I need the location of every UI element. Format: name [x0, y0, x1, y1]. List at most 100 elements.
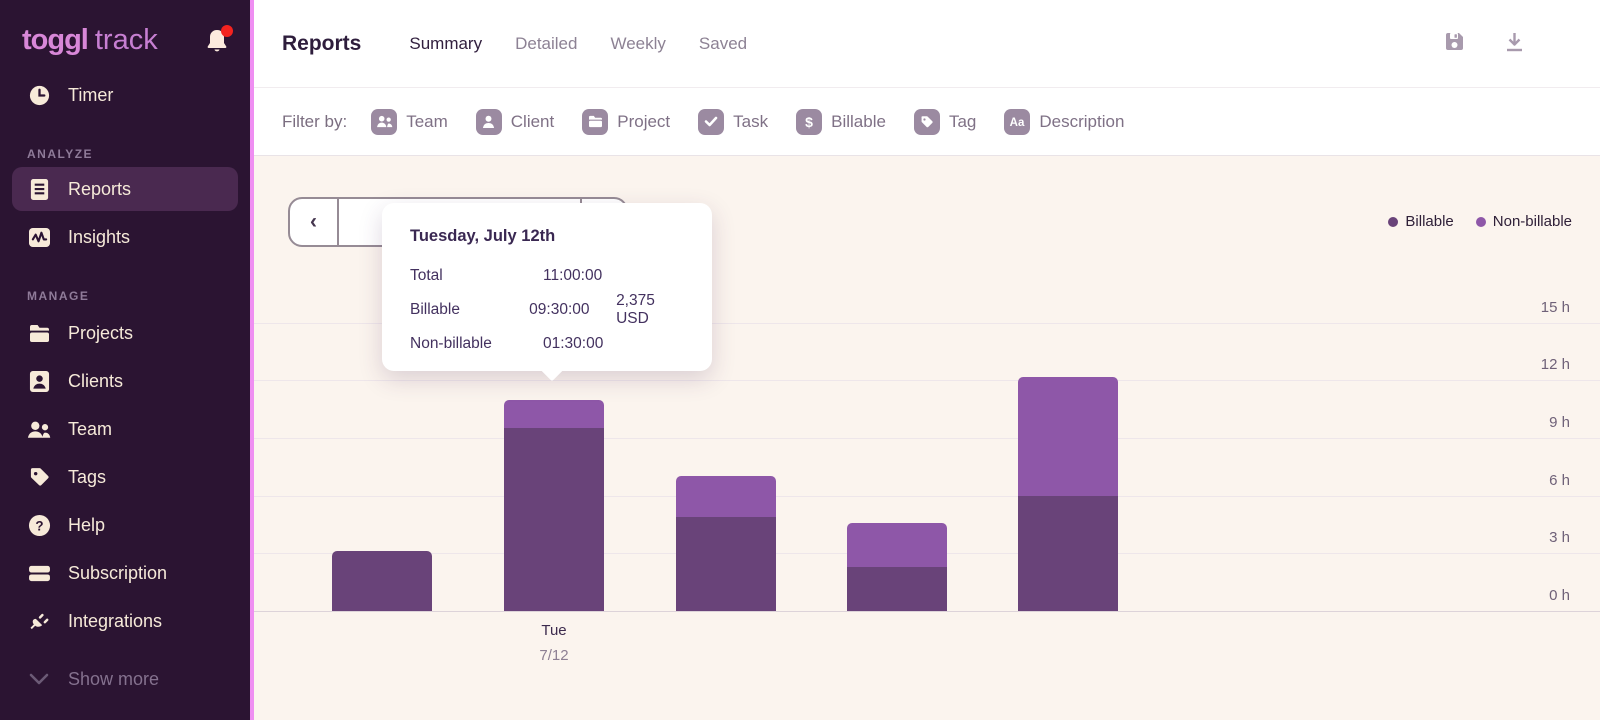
sidebar-item-label: Reports: [68, 179, 131, 200]
bar-segment-non-billable: [504, 400, 604, 429]
plug-icon: [27, 609, 51, 633]
y-tick-label: 6 h: [1549, 472, 1570, 489]
sidebar: toggl track Timer ANALYZE Reports Insights M…: [0, 0, 250, 720]
legend-label: Billable: [1405, 213, 1453, 230]
filter-project-button[interactable]: Project: [582, 109, 670, 135]
filter-description-button[interactable]: AaDescription: [1004, 109, 1124, 135]
sidebar-item-label: Integrations: [68, 611, 162, 632]
tab-detailed[interactable]: Detailed: [515, 34, 577, 54]
bar-segment-non-billable: [676, 476, 776, 516]
gridline: [254, 496, 1600, 497]
save-report-button[interactable]: [1443, 30, 1466, 58]
sidebar-item-subscription[interactable]: Subscription: [0, 549, 250, 597]
chart-bar-day-1[interactable]: [332, 551, 432, 611]
sidebar-item-label: Tags: [68, 467, 106, 488]
sidebar-item-projects[interactable]: Projects: [0, 309, 250, 357]
filter-client-button[interactable]: Client: [476, 109, 554, 135]
toggl-logo: toggl: [22, 24, 88, 57]
section-header-analyze: ANALYZE: [27, 147, 250, 161]
sidebar-item-label: Subscription: [68, 563, 167, 584]
bar-segment-billable: [676, 517, 776, 611]
tooltip-total-time: 11:00:00: [543, 267, 640, 285]
filter-label: Project: [617, 112, 670, 132]
filter-label: Task: [733, 112, 768, 132]
tooltip-nonbillable-time: 01:30:00: [543, 335, 640, 353]
logo-row: toggl track: [0, 0, 250, 57]
sidebar-item-insights[interactable]: Insights: [0, 213, 250, 261]
sidebar-item-integrations[interactable]: Integrations: [0, 597, 250, 645]
clock-icon: [27, 83, 51, 107]
card-icon: [27, 561, 51, 585]
notifications-bell-button[interactable]: [204, 27, 230, 55]
filter-tag-button[interactable]: Tag: [914, 109, 976, 135]
bar-segment-billable: [1018, 496, 1118, 611]
chart-bar-day-3[interactable]: [676, 476, 776, 611]
chart-legend: Billable Non-billable: [1388, 213, 1572, 230]
sidebar-item-label: Clients: [68, 371, 123, 392]
filter-billable-button[interactable]: $Billable: [796, 109, 886, 135]
chevron-left-icon: ‹: [310, 210, 317, 234]
show-more-label: Show more: [68, 669, 159, 690]
sidebar-item-reports[interactable]: Reports: [12, 167, 238, 211]
tooltip-billable-amount: 2,375 USD: [616, 292, 684, 328]
legend-billable[interactable]: Billable: [1388, 213, 1453, 230]
chart-bar-day-5[interactable]: [1018, 377, 1118, 611]
insights-icon: [27, 225, 51, 249]
bar-chart: BillableNon-billable ‹ Tuesday, July 12t…: [254, 156, 1600, 720]
client-icon: [476, 109, 502, 135]
sidebar-item-label: Team: [68, 419, 112, 440]
y-tick-label: 0 h: [1549, 587, 1570, 604]
sidebar-item-timer[interactable]: Timer: [0, 71, 250, 119]
sidebar-show-more[interactable]: Show more: [0, 655, 250, 703]
filter-label: Team: [406, 112, 448, 132]
export-download-button[interactable]: [1503, 30, 1526, 58]
filter-task-button[interactable]: Task: [698, 109, 768, 135]
sidebar-item-label: Projects: [68, 323, 133, 344]
bar-segment-non-billable: [847, 523, 947, 567]
chart-bar-tue-7-12[interactable]: [504, 400, 604, 611]
client-card-icon: [27, 369, 51, 393]
team-icon: [27, 417, 51, 441]
sidebar-item-tags[interactable]: Tags: [0, 453, 250, 501]
tab-weekly[interactable]: Weekly: [610, 34, 665, 54]
y-tick-label: 9 h: [1549, 414, 1570, 431]
tab-summary[interactable]: Summary: [409, 34, 482, 54]
download-icon: [1503, 30, 1526, 58]
sidebar-item-clients[interactable]: Clients: [0, 357, 250, 405]
tooltip-arrow: [541, 359, 564, 382]
tooltip-total-row: Total 11:00:00: [410, 259, 684, 293]
page-title: Reports: [282, 32, 361, 56]
filter-team-button[interactable]: Team: [371, 109, 448, 135]
sidebar-item-label: Insights: [68, 227, 130, 248]
task-icon: [698, 109, 724, 135]
x-axis-label: Tue7/12: [494, 618, 614, 668]
tooltip-total-label: Total: [410, 267, 543, 285]
toggl-logo-track: track: [95, 24, 158, 57]
filter-items: Team Client Project Task $Billable Tag AaDescr…: [371, 109, 1152, 135]
report-tabs: Summary Detailed Weekly Saved: [409, 34, 747, 54]
sidebar-item-label: Timer: [68, 85, 113, 106]
sidebar-item-help[interactable]: ?Help: [0, 501, 250, 549]
filter-bar: Filter by: TeamClientProjectTask$Billabl…: [254, 88, 1600, 156]
legend-dot-icon: [1388, 217, 1398, 227]
y-tick-label: 12 h: [1541, 356, 1570, 373]
chart-bar-day-4[interactable]: [847, 523, 947, 611]
legend-dot-icon: [1476, 217, 1486, 227]
top-bar: Reports Summary Detailed Weekly Saved: [254, 0, 1600, 88]
legend-non-billable[interactable]: Non-billable: [1476, 213, 1572, 230]
y-tick-label: 15 h: [1541, 299, 1570, 316]
sidebar-nav: Timer ANALYZE Reports Insights MANAGE Project…: [0, 71, 250, 703]
bar-segment-billable: [847, 567, 947, 611]
filter-label: Client: [511, 112, 554, 132]
billable-icon: $: [796, 109, 822, 135]
topbar-actions: [1443, 30, 1600, 58]
tag-icon: [27, 465, 51, 489]
section-header-manage: MANAGE: [27, 289, 250, 303]
bar-segment-non-billable: [1018, 377, 1118, 496]
y-tick-label: 3 h: [1549, 529, 1570, 546]
save-icon: [1443, 30, 1466, 58]
tab-saved[interactable]: Saved: [699, 34, 747, 54]
sidebar-item-team[interactable]: Team: [0, 405, 250, 453]
previous-period-button[interactable]: ‹: [290, 199, 339, 245]
filter-label: Description: [1039, 112, 1124, 132]
